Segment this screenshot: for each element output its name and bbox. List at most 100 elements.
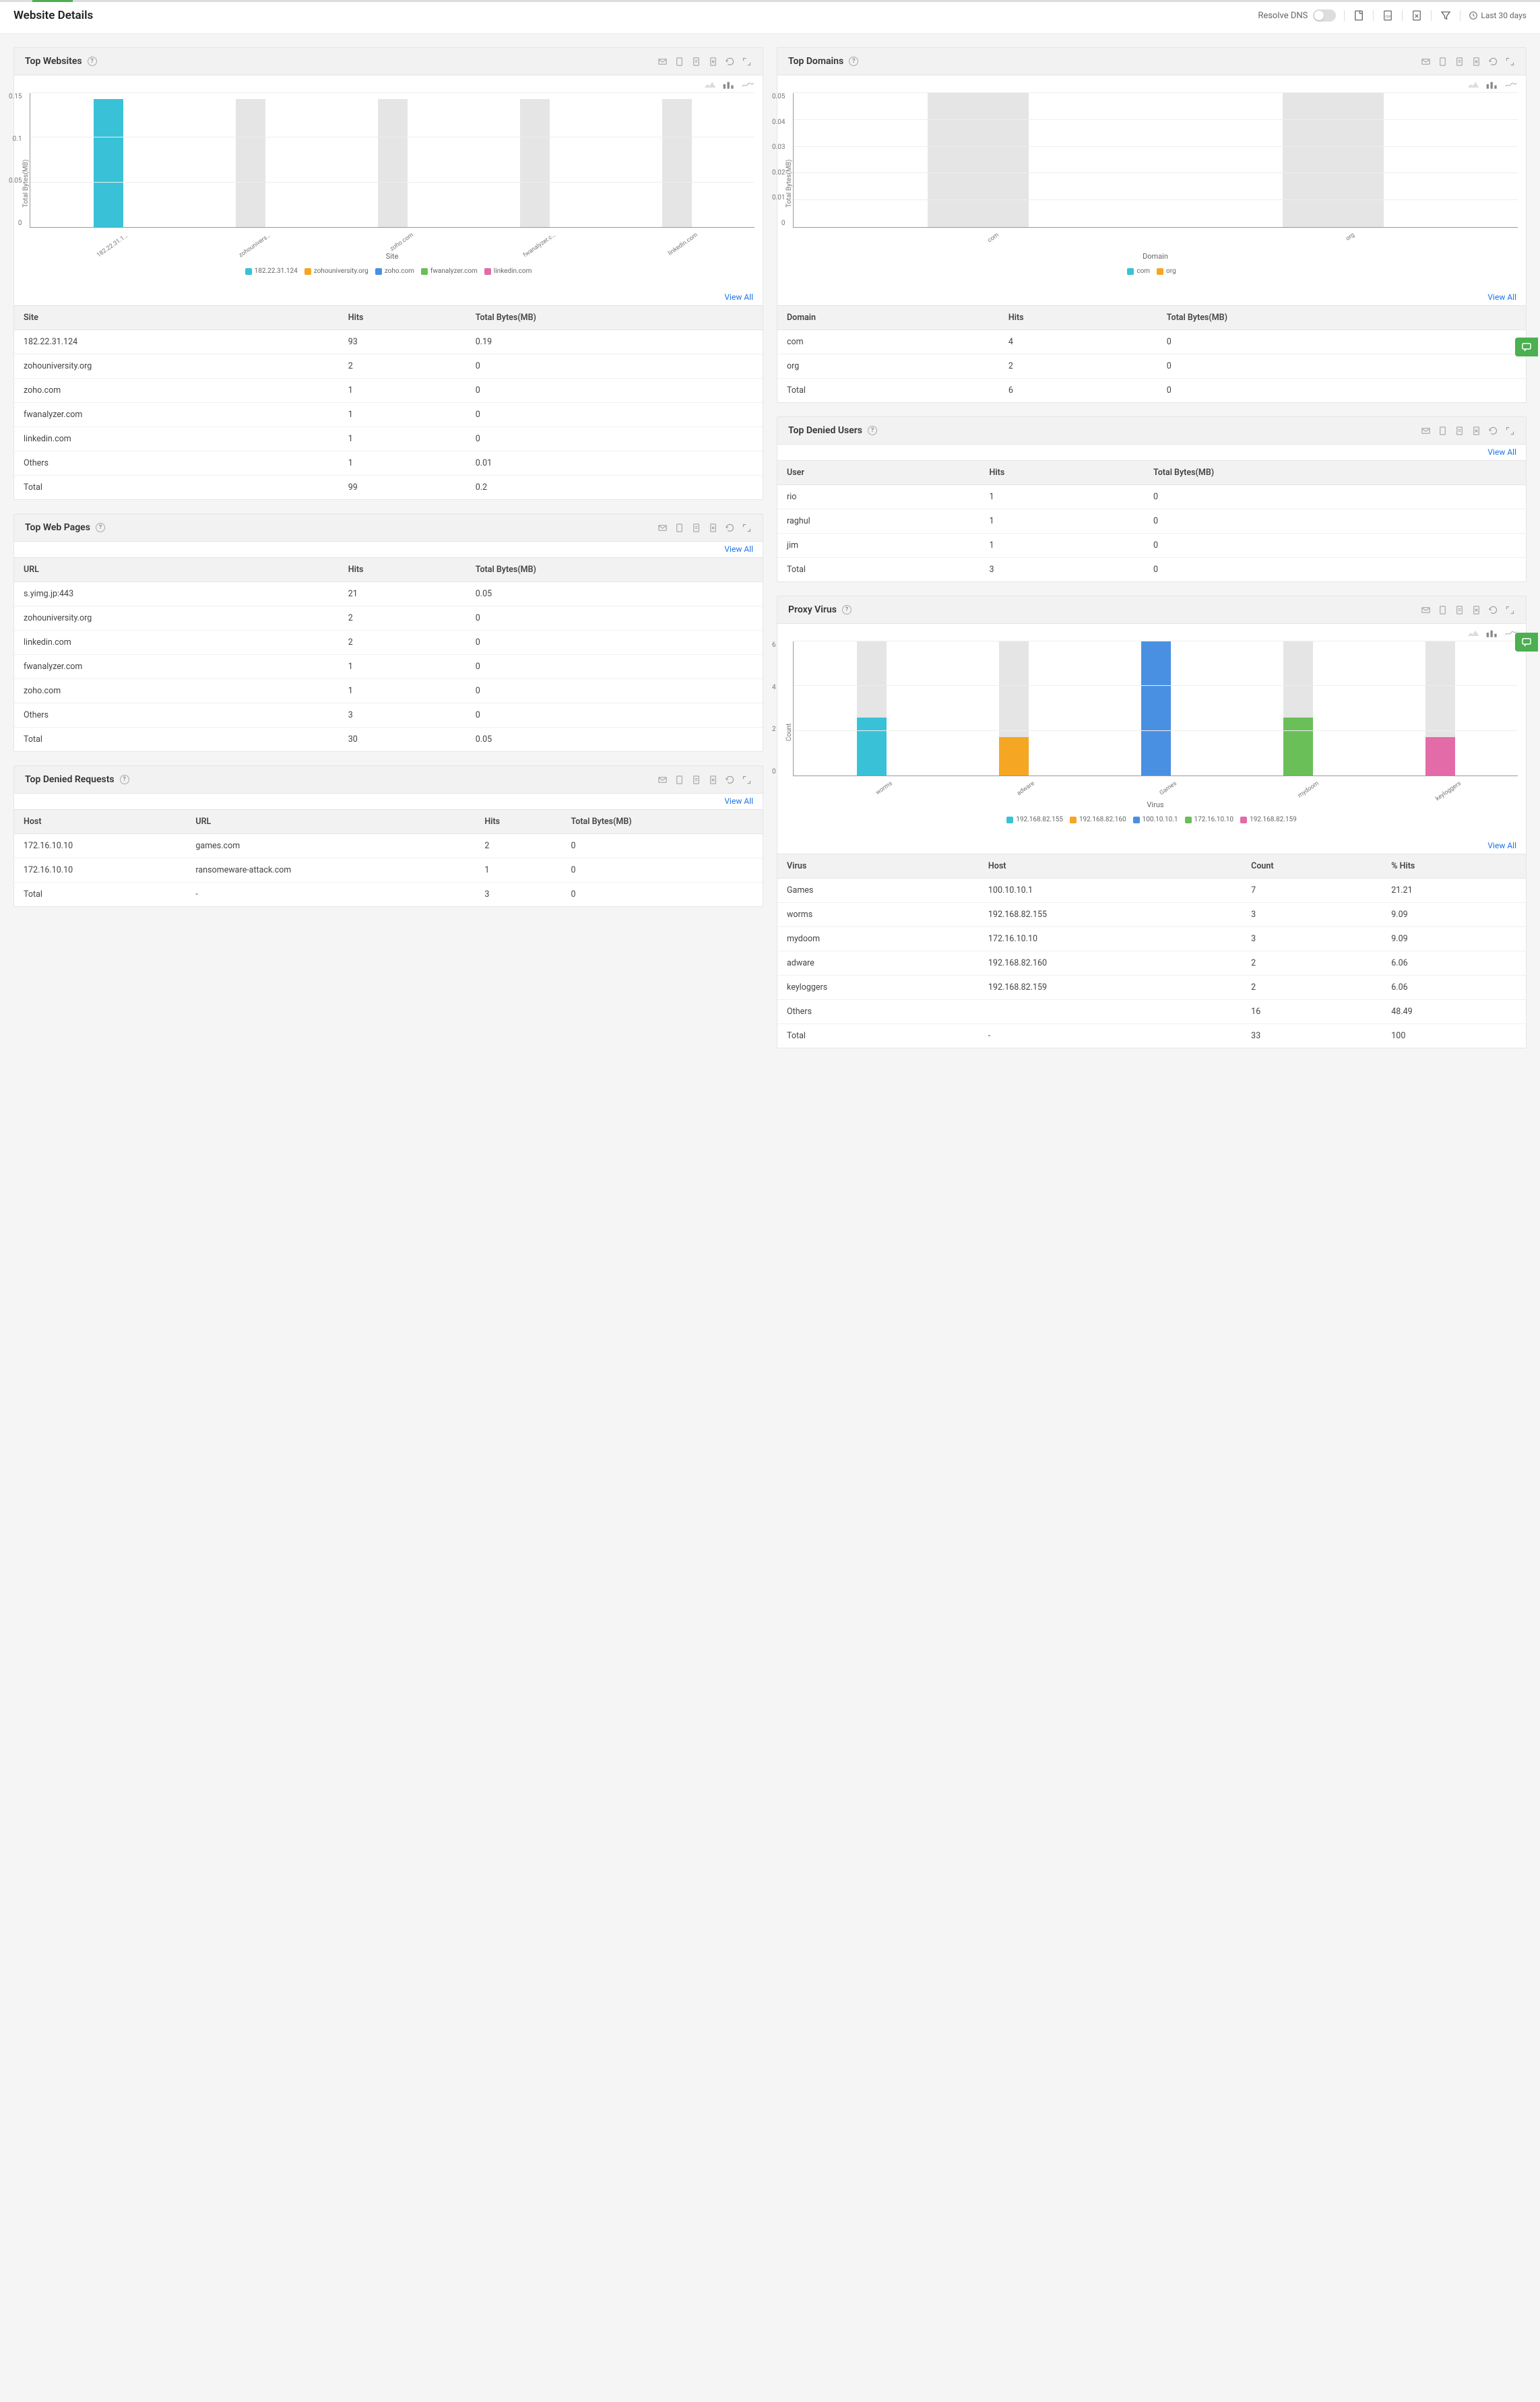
legend-item[interactable]: 192.168.82.159 (1240, 816, 1297, 823)
csv-icon[interactable] (1454, 57, 1465, 67)
table-cell[interactable]: fwanalyzer.com (14, 403, 339, 427)
chart-bar[interactable] (921, 92, 1035, 227)
expand-icon[interactable] (1505, 605, 1515, 615)
resolve-dns-toggle[interactable]: Resolve DNS (1258, 9, 1336, 22)
refresh-icon[interactable] (725, 57, 735, 67)
table-cell[interactable]: jim (777, 534, 980, 558)
xls-icon[interactable] (1471, 57, 1481, 67)
legend-item[interactable]: 192.168.82.155 (1006, 816, 1063, 823)
area-chart-icon[interactable] (1467, 629, 1480, 639)
pdf-icon[interactable] (674, 57, 684, 67)
csv-icon[interactable]: CSV (1382, 9, 1394, 22)
area-chart-icon[interactable] (1467, 81, 1480, 90)
table-cell[interactable]: rio (777, 485, 980, 509)
line-chart-icon[interactable] (741, 81, 755, 90)
pdf-icon[interactable] (1438, 605, 1448, 615)
bar-chart-icon[interactable] (1485, 629, 1499, 639)
help-icon[interactable]: ? (120, 775, 129, 784)
legend-item[interactable]: com (1127, 267, 1150, 275)
expand-icon[interactable] (1505, 426, 1515, 436)
time-range-selector[interactable]: Last 30 days (1469, 11, 1527, 20)
expand-icon[interactable] (742, 775, 752, 785)
xls-icon[interactable] (708, 775, 718, 785)
view-all-link[interactable]: View All (724, 544, 753, 554)
chart-bar[interactable] (1421, 641, 1459, 776)
pdf-icon[interactable] (674, 775, 684, 785)
help-icon[interactable]: ? (842, 605, 852, 614)
pdf-icon[interactable] (1353, 9, 1365, 22)
view-all-link[interactable]: View All (1487, 447, 1516, 457)
xls-icon[interactable] (708, 523, 718, 533)
refresh-icon[interactable] (1488, 426, 1498, 436)
view-all-link[interactable]: View All (1487, 841, 1516, 850)
expand-icon[interactable] (742, 57, 752, 67)
chart-bar[interactable] (374, 92, 412, 227)
bar-chart-icon[interactable] (1485, 81, 1499, 90)
table-cell[interactable]: worms (777, 903, 979, 927)
view-all-link[interactable]: View All (724, 796, 753, 806)
mail-icon[interactable] (1421, 426, 1431, 436)
legend-item[interactable]: zoho.com (375, 267, 414, 275)
pdf-icon[interactable] (674, 523, 684, 533)
expand-icon[interactable] (742, 523, 752, 533)
table-cell[interactable]: raghul (777, 509, 980, 534)
csv-icon[interactable] (1454, 605, 1465, 615)
table-cell[interactable]: zoho.com (14, 379, 339, 403)
refresh-icon[interactable] (725, 775, 735, 785)
refresh-icon[interactable] (1488, 57, 1498, 67)
table-cell[interactable]: zohouniversity.org (14, 354, 339, 379)
refresh-icon[interactable] (1488, 605, 1498, 615)
help-icon[interactable]: ? (849, 57, 858, 66)
xls-icon[interactable] (708, 57, 718, 67)
chart-bar[interactable] (658, 92, 696, 227)
refresh-icon[interactable] (725, 523, 735, 533)
help-icon[interactable]: ? (88, 57, 97, 66)
xls-icon[interactable] (1411, 9, 1423, 22)
mail-icon[interactable] (1421, 57, 1431, 67)
filter-icon[interactable] (1440, 9, 1452, 22)
csv-icon[interactable] (691, 523, 701, 533)
mail-icon[interactable] (657, 57, 668, 67)
chart-bar[interactable] (1276, 92, 1390, 227)
chart-bar[interactable] (995, 641, 1033, 776)
pdf-icon[interactable] (1438, 426, 1448, 436)
xls-icon[interactable] (1471, 605, 1481, 615)
table-cell[interactable]: adware (777, 951, 979, 976)
mail-icon[interactable] (657, 775, 668, 785)
expand-icon[interactable] (1505, 57, 1515, 67)
toggle-switch[interactable] (1313, 9, 1336, 22)
legend-item[interactable]: org (1157, 267, 1176, 275)
legend-item[interactable]: 182.22.31.124 (245, 267, 298, 275)
table-cell[interactable]: 182.22.31.124 (14, 330, 339, 354)
bar-chart-icon[interactable] (722, 81, 736, 90)
legend-item[interactable]: 172.16.10.10 (1185, 816, 1234, 823)
help-icon[interactable]: ? (868, 426, 877, 435)
csv-icon[interactable] (691, 57, 701, 67)
pdf-icon[interactable] (1438, 57, 1448, 67)
mail-icon[interactable] (1421, 605, 1431, 615)
line-chart-icon[interactable] (1504, 81, 1518, 90)
table-cell[interactable]: mydoom (777, 927, 979, 951)
table-cell[interactable]: keyloggers (777, 976, 979, 1000)
table-cell[interactable]: com (777, 330, 999, 354)
table-cell[interactable]: linkedin.com (14, 427, 339, 451)
view-all-link[interactable]: View All (1487, 292, 1516, 302)
csv-icon[interactable] (1454, 426, 1465, 436)
legend-item[interactable]: zohouniversity.org (304, 267, 368, 275)
chart-bar[interactable] (232, 92, 269, 227)
chart-bar[interactable] (853, 641, 891, 776)
chart-bar[interactable] (1279, 641, 1317, 776)
help-icon[interactable]: ? (96, 523, 105, 532)
table-cell[interactable]: Games (777, 879, 979, 903)
chart-bar[interactable] (1137, 641, 1175, 776)
area-chart-icon[interactable] (703, 81, 717, 90)
legend-item[interactable]: linkedin.com (484, 267, 532, 275)
view-all-link[interactable]: View All (724, 292, 753, 302)
legend-item[interactable]: fwanalyzer.com (421, 267, 478, 275)
mail-icon[interactable] (657, 523, 668, 533)
legend-item[interactable]: 192.168.82.160 (1070, 816, 1126, 823)
table-cell[interactable]: org (777, 354, 999, 379)
chart-bar[interactable] (90, 92, 127, 227)
csv-icon[interactable] (691, 775, 701, 785)
chat-support-button[interactable] (1515, 338, 1538, 356)
